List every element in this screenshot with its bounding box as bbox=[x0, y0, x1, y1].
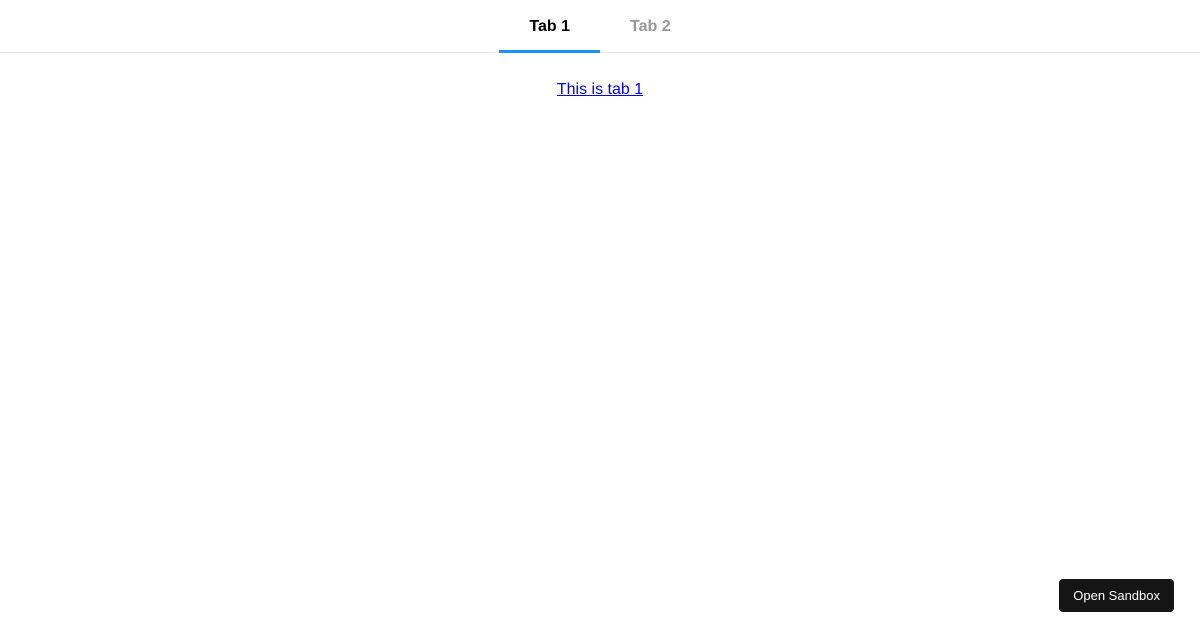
open-sandbox-button[interactable]: Open Sandbox bbox=[1059, 579, 1174, 612]
tab-content-link[interactable]: This is tab 1 bbox=[557, 81, 643, 98]
tab-1[interactable]: Tab 1 bbox=[499, 0, 600, 52]
tab-2[interactable]: Tab 2 bbox=[600, 0, 701, 52]
tabs-header: Tab 1 Tab 2 bbox=[0, 0, 1200, 53]
tab-content: This is tab 1 bbox=[0, 53, 1200, 99]
tab-2-label: Tab 2 bbox=[630, 18, 671, 35]
tabs-container: Tab 1 Tab 2 This is tab 1 bbox=[0, 0, 1200, 99]
tab-1-label: Tab 1 bbox=[529, 18, 570, 35]
